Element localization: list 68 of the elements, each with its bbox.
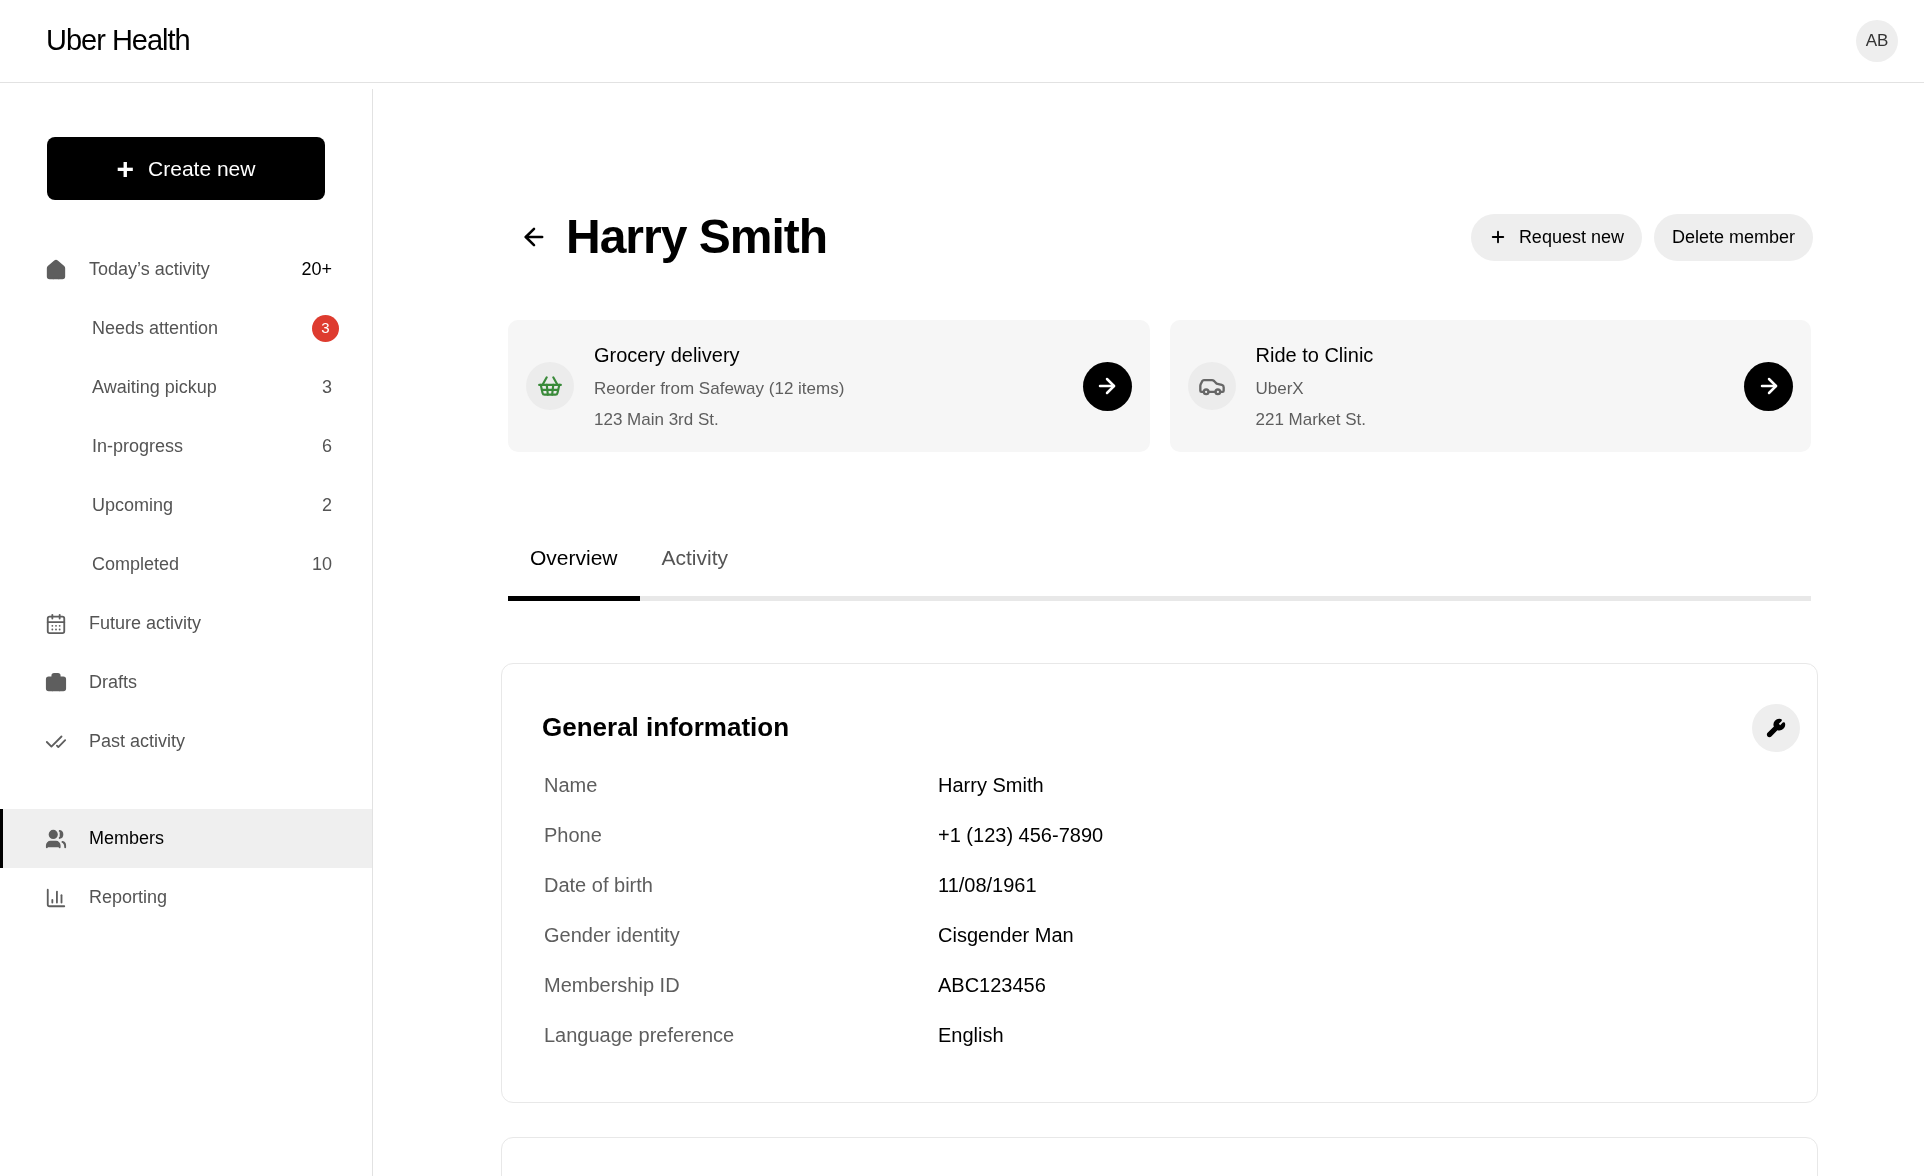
field-label: Membership ID [544, 972, 681, 998]
sidebar-item[interactable]: Awaiting pickup 3 [0, 358, 372, 417]
card-address: 123 Main 3rd St. [594, 409, 720, 431]
card-address: 221 Market St. [1255, 409, 1368, 431]
avatar[interactable]: AB [1856, 20, 1898, 62]
sidebar-item[interactable]: Upcoming 2 [0, 476, 372, 535]
card-detail: Reorder from Safeway (12 items) [594, 377, 846, 400]
sidebar-item[interactable]: Today’s activity 20+ [0, 240, 372, 299]
sidebar-label: Past activity [89, 730, 186, 753]
order-card[interactable]: Grocery delivery Reorder from Safeway (12 items) 123 Main 3rd St. [508, 320, 1150, 452]
logo[interactable]: Uber Health [46, 19, 190, 63]
field-label: Name [544, 772, 599, 798]
sidebar-item[interactable]: Reporting [0, 868, 372, 927]
field-value: Harry Smith [938, 772, 1044, 798]
bar-chart-icon [45, 886, 67, 909]
count: 10 [311, 553, 332, 576]
sidebar-item[interactable]: Past activity [0, 712, 372, 771]
field-value: English [938, 1022, 1004, 1048]
selection-bar [0, 809, 3, 868]
count: 20+ [301, 258, 332, 281]
sidebar-item[interactable]: Members [0, 809, 372, 868]
grocery-basket-icon [526, 362, 574, 410]
field-label: Gender identity [544, 922, 681, 948]
arrow-right-icon[interactable] [1082, 361, 1132, 411]
wrench-icon[interactable] [1752, 703, 1800, 752]
sidebar-label: Today’s activity [89, 258, 210, 281]
sidebar-label: In-progress [92, 436, 184, 456]
arrow-right-icon[interactable] [1744, 361, 1793, 411]
sidebar-label: Upcoming [92, 495, 174, 515]
section-title: General information [542, 711, 790, 744]
delete-member-button[interactable]: Delete member [1653, 213, 1813, 261]
tab[interactable]: Activity [639, 542, 751, 601]
field-value: Cisgender Man [938, 922, 1074, 948]
sidebar-label: Members [89, 827, 164, 850]
bag-icon [45, 671, 67, 694]
sidebar-label: Future activity [89, 612, 202, 635]
calendar-icon [45, 612, 67, 635]
field-value: 11/08/1961 [938, 872, 1037, 898]
field-label: Date of birth [544, 872, 654, 898]
card-title: Ride to Clinic [1255, 342, 1375, 368]
count: 3 [322, 376, 332, 399]
people-icon [45, 827, 67, 850]
sidebar-item[interactable]: In-progress 6 [0, 417, 372, 476]
car-icon [1187, 362, 1236, 410]
alert-count: 3 [312, 315, 339, 342]
create-new-button[interactable]: + Create new [47, 137, 325, 200]
count: 2 [322, 494, 332, 517]
count: 6 [322, 435, 332, 458]
card-title: Grocery delivery [594, 342, 741, 368]
page-title: Harry Smith [566, 209, 828, 265]
home-icon [45, 258, 67, 281]
sidebar-item[interactable]: Drafts [0, 653, 372, 712]
tab[interactable]: Overview [508, 542, 640, 601]
sidebar-item[interactable]: Future activity [0, 594, 372, 653]
sidebar-item[interactable]: Completed 10 [0, 535, 372, 594]
field-label: Language preference [544, 1022, 736, 1048]
order-card[interactable]: Ride to Clinic UberX 221 Market St. [1169, 320, 1811, 452]
sidebar-item[interactable]: Needs attention 3 [0, 299, 372, 358]
request-new-button[interactable]: Request new [1470, 213, 1642, 261]
sidebar-label: Needs attention [92, 318, 219, 338]
sidebar-label: Awaiting pickup [92, 377, 217, 397]
sidebar-label: Reporting [89, 886, 168, 909]
card-detail: UberX [1255, 377, 1305, 400]
sidebar-label: Drafts [89, 671, 137, 694]
field-value: +1 (123) 456-7890 [938, 822, 1104, 848]
field-value: ABC123456 [938, 972, 1046, 998]
sidebar-label: Completed [92, 554, 180, 574]
field-label: Phone [544, 822, 603, 848]
